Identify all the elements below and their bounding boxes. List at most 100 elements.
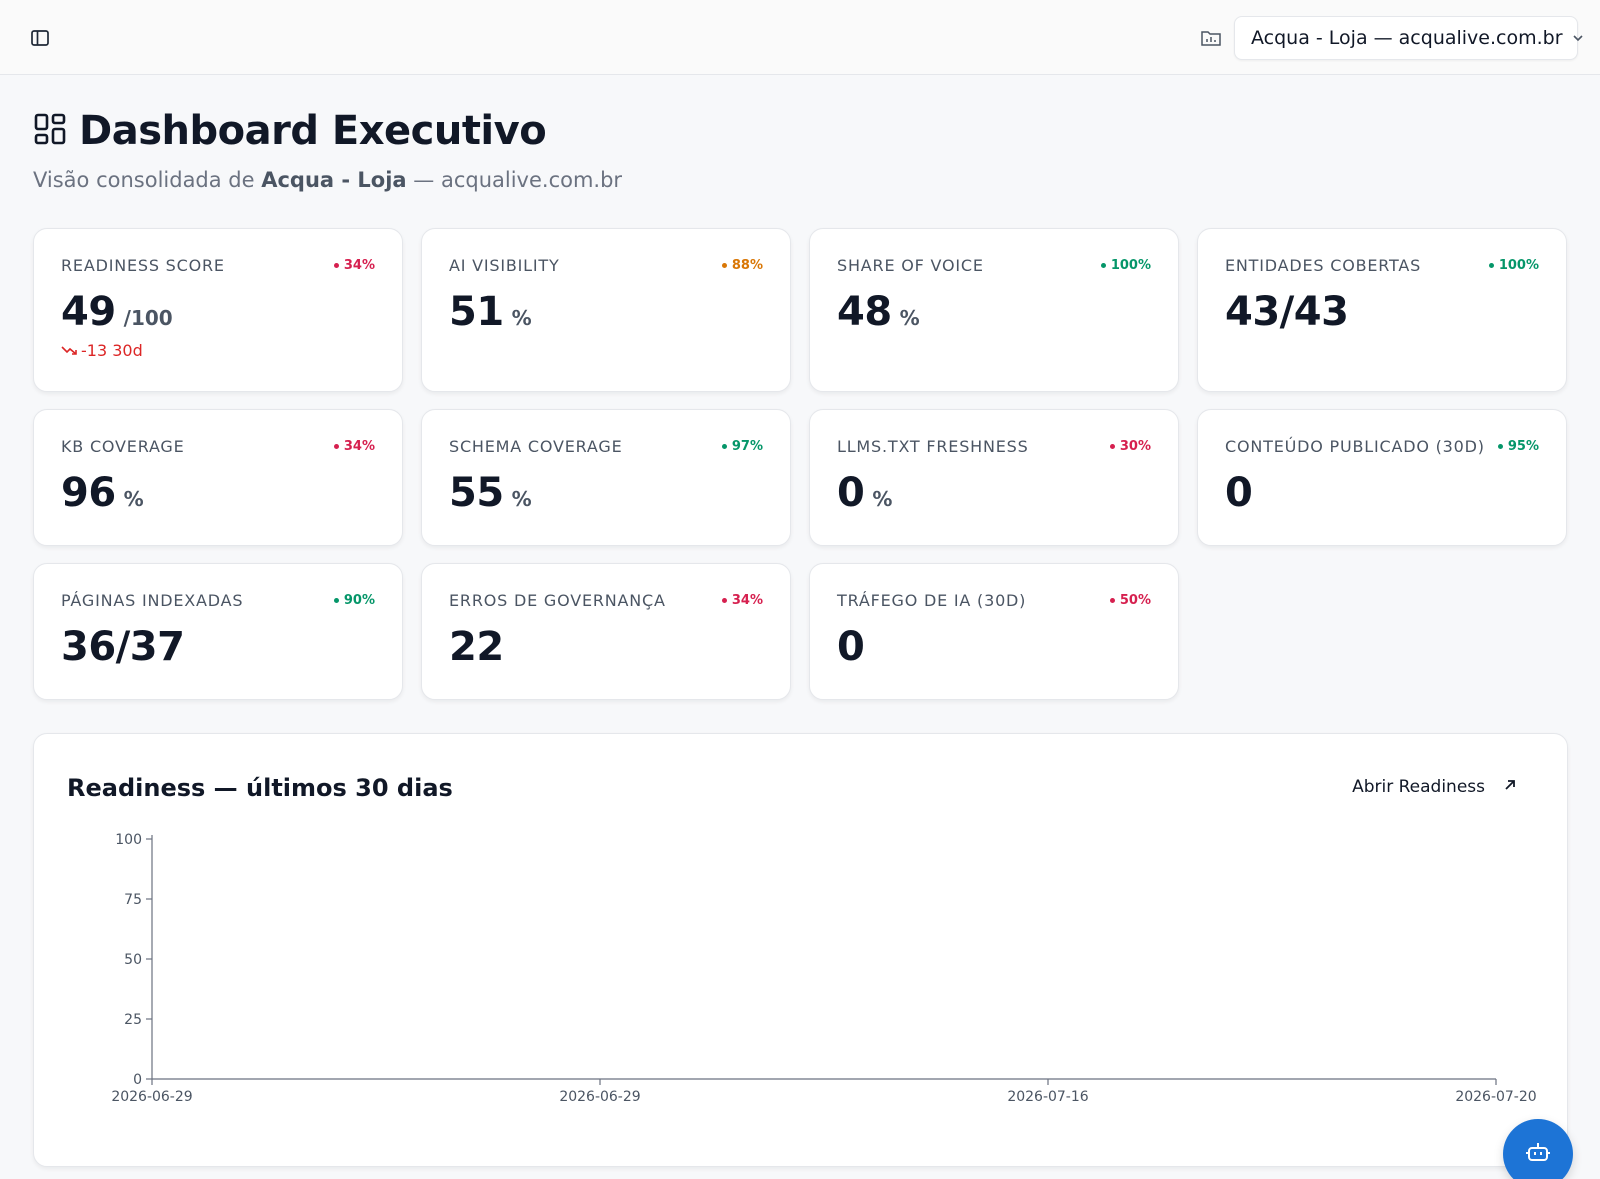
kpi-label: ERROS DE GOVERNANÇA: [449, 591, 666, 610]
y-tick-label: 0: [133, 1072, 142, 1088]
kpi-badge: 97%: [721, 439, 763, 454]
kpi-unit: %: [511, 487, 532, 511]
kpi-unit: %: [123, 487, 144, 511]
bot-icon: [1525, 1140, 1551, 1168]
kpi-badge: 30%: [1109, 439, 1151, 454]
kpi-label: CONTEÚDO PUBLICADO (30D): [1225, 437, 1485, 456]
kpi-card: SCHEMA COVERAGE 97% 55%: [421, 409, 791, 546]
subtitle-suffix: — acqualive.com.br: [406, 168, 623, 192]
kpi-card: PÁGINAS INDEXADAS 90% 36/37: [33, 563, 403, 700]
x-tick-label: 2026-07-20: [1455, 1089, 1536, 1105]
kpi-badge-value: 100%: [1110, 258, 1151, 273]
kpi-value-row: 55%: [449, 470, 532, 516]
kpi-value-row: 36/37: [61, 624, 185, 670]
kpi-badge-value: 30%: [1119, 439, 1151, 454]
status-dot-icon: [721, 444, 727, 449]
readiness-chart-panel: Readiness — últimos 30 dias Abrir Readin…: [33, 733, 1568, 1167]
status-dot-icon: [721, 263, 727, 268]
kpi-card: TRÁFEGO DE IA (30D) 50% 0: [809, 563, 1179, 700]
kpi-value-row: 22: [449, 624, 504, 670]
x-tick-label: 2026-06-29: [559, 1089, 640, 1105]
layout-dashboard-icon: [33, 112, 67, 150]
kpi-card: KB COVERAGE 34% 96%: [33, 409, 403, 546]
kpi-value-row: 49/100: [61, 289, 173, 335]
kpi-badge: 100%: [1488, 258, 1539, 273]
kpi-value: 48: [837, 289, 892, 335]
kpi-badge-value: 34%: [343, 258, 375, 273]
trending-down-icon: [61, 341, 77, 360]
kpi-label: AI VISIBILITY: [449, 256, 560, 275]
kpi-unit: %: [899, 306, 920, 330]
kpi-badge-value: 34%: [343, 439, 375, 454]
subtitle-prefix: Visão consolidada de: [33, 168, 262, 192]
kpi-unit: %: [872, 487, 893, 511]
status-dot-icon: [333, 444, 339, 449]
kpi-value: 43/43: [1225, 289, 1349, 335]
kpi-label: SHARE OF VOICE: [837, 256, 984, 275]
kpi-label: SCHEMA COVERAGE: [449, 437, 623, 456]
kpi-value: 22: [449, 624, 504, 670]
kpi-badge-value: 90%: [343, 593, 375, 608]
page-header: Dashboard Executivo Visão consolidada de…: [33, 108, 622, 192]
y-tick-label: 100: [115, 832, 142, 848]
kpi-value-row: 96%: [61, 470, 144, 516]
kpi-badge-value: 100%: [1498, 258, 1539, 273]
kpi-card: LLMS.TXT FRESHNESS 30% 0%: [809, 409, 1179, 546]
status-dot-icon: [333, 263, 339, 268]
kpi-value: 0: [837, 470, 865, 516]
kpi-value-row: 43/43: [1225, 289, 1349, 335]
kpi-badge: 90%: [333, 593, 375, 608]
kpi-badge-value: 34%: [731, 593, 763, 608]
status-dot-icon: [1100, 263, 1106, 268]
status-dot-icon: [333, 598, 339, 603]
status-dot-icon: [1109, 598, 1115, 603]
project-selector-label: Acqua - Loja — acqualive.com.br: [1251, 27, 1563, 49]
kpi-value-row: 48%: [837, 289, 920, 335]
kpi-badge-value: 88%: [731, 258, 763, 273]
top-bar: Acqua - Loja — acqualive.com.br: [0, 0, 1600, 75]
y-tick-label: 50: [124, 952, 142, 968]
status-dot-icon: [1497, 444, 1503, 449]
kpi-value-row: 0: [1225, 470, 1253, 516]
kpi-label: TRÁFEGO DE IA (30D): [837, 591, 1027, 610]
kpi-value: 0: [837, 624, 865, 670]
kpi-badge: 34%: [333, 439, 375, 454]
page-title: Dashboard Executivo: [79, 108, 547, 154]
kpi-label: PÁGINAS INDEXADAS: [61, 591, 244, 610]
kpi-label: ENTIDADES COBERTAS: [1225, 256, 1422, 275]
kpi-card: CONTEÚDO PUBLICADO (30D) 95% 0: [1197, 409, 1567, 546]
kpi-badge-value: 50%: [1119, 593, 1151, 608]
kpi-delta: -13 30d: [61, 341, 143, 360]
kpi-value: 49: [61, 289, 116, 335]
kpi-delta-value: -13 30d: [81, 341, 143, 360]
kpi-value: 51: [449, 289, 504, 335]
subtitle-project: Acqua - Loja: [261, 168, 407, 192]
kpi-unit: /100: [123, 306, 173, 330]
kpi-badge: 50%: [1109, 593, 1151, 608]
kpi-value: 55: [449, 470, 504, 516]
x-tick-label: 2026-06-29: [111, 1089, 192, 1105]
kpi-badge: 95%: [1497, 439, 1539, 454]
kpi-card: SHARE OF VOICE 100% 48%: [809, 228, 1179, 392]
kpi-value: 0: [1225, 470, 1253, 516]
y-tick-label: 75: [124, 892, 142, 908]
project-selector[interactable]: Acqua - Loja — acqualive.com.br: [1234, 16, 1583, 60]
kpi-badge: 34%: [333, 258, 375, 273]
kpi-badge: 88%: [721, 258, 763, 273]
status-dot-icon: [721, 598, 727, 603]
kpi-card: ERROS DE GOVERNANÇA 34% 22: [421, 563, 791, 700]
kpi-value: 96: [61, 470, 116, 516]
kpi-card: ENTIDADES COBERTAS 100% 43/43: [1197, 228, 1567, 392]
kpi-badge-value: 97%: [731, 439, 763, 454]
kpi-card: READINESS SCORE 34% 49/100 -13 30d: [33, 228, 403, 392]
kpi-badge: 34%: [721, 593, 763, 608]
kpi-value-row: 51%: [449, 289, 532, 335]
kpi-value-row: 0%: [837, 470, 892, 516]
kpi-value: 36/37: [61, 624, 185, 670]
kpi-card: AI VISIBILITY 88% 51%: [421, 228, 791, 392]
kpi-badge: 100%: [1100, 258, 1151, 273]
status-dot-icon: [1488, 263, 1494, 268]
y-tick-label: 25: [124, 1012, 142, 1028]
chevron-down-icon: [1571, 31, 1585, 45]
sidebar-panel-icon[interactable]: [28, 26, 52, 50]
